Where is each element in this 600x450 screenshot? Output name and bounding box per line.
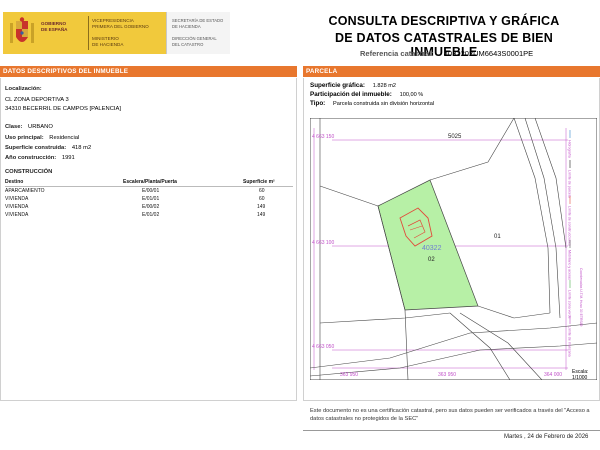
location-line-1: CL ZONA DEPORTIVA 3 — [5, 97, 69, 103]
footer-rule — [303, 430, 600, 431]
ref-value: 4032202UM6643S0001PE — [443, 49, 534, 58]
table-cell: 149 — [257, 204, 266, 210]
issue-date: Martes , 24 de Febrero de 2026 — [504, 434, 589, 440]
table-header-escalera: Escalera/Planta/Puerta — [123, 179, 177, 185]
graphic-area-value: 1.828 m2 — [372, 83, 397, 89]
disclaimer-note: Este documento no es una certificación c… — [310, 408, 590, 422]
coord-label-bottom-1: 363 950 — [340, 372, 358, 378]
coord-label-bottom-2: 363 950 — [438, 372, 456, 378]
vice-line-4: DE HACIENDA — [92, 42, 124, 47]
year-label: Año construcción: — [5, 155, 57, 161]
legend-parcel-limit: Límite de parcela — [568, 170, 572, 198]
legend-hydrography: Hidrografía — [568, 140, 572, 158]
participation-row: Participación del inmueble: 100,00 % — [310, 91, 423, 98]
coat-of-arms-icon — [3, 12, 41, 54]
gov-line-2: DE ESPAÑA — [41, 27, 68, 32]
parcel-label-5025: 5025 — [448, 134, 462, 140]
table-cell: VIVIENDA — [5, 212, 29, 218]
parcel-label-01: 01 — [494, 234, 501, 240]
cadastral-map: 4 663 150 4 663 100 4 663 050 363 950 36… — [310, 118, 597, 380]
table-cell: APARCAMIENTO — [5, 188, 45, 194]
location-line-2: 34310 BECERRIL DE CAMPOS [PALENCIA] — [5, 106, 121, 112]
coord-label-top-left: 4 663 150 — [312, 134, 334, 140]
gov-line-1: GOBIERNO — [41, 21, 67, 26]
table-cell: E/00/01 — [142, 188, 160, 194]
divider — [88, 16, 89, 50]
vice-line-2: PRIMERA DEL GOBIERNO — [92, 24, 149, 29]
table-cell: VIVIENDA — [5, 204, 29, 210]
section-bar-descriptive: DATOS DESCRIPTIVOS DEL INMUEBLE — [0, 66, 297, 77]
class-row: Clase: URBANO — [5, 124, 53, 130]
cadastral-reference: Referencia catastral: 4032202UM6643S0001… — [360, 49, 533, 58]
table-header-rule — [5, 186, 293, 187]
graphic-area-label: Superficie gráfica: — [310, 82, 365, 89]
type-label: Tipo: — [310, 100, 326, 107]
secretariat-block: SECRETARÍA DE ESTADO DE HACIENDA DIRECCI… — [166, 12, 230, 54]
table-cell: VIVIENDA — [5, 196, 29, 202]
document-header: GOBIERNO DE ESPAÑA VICEPRESIDENCIA PRIME… — [0, 0, 600, 62]
legend-building-limit: Límite de construcciones — [568, 206, 572, 246]
government-name: GOBIERNO DE ESPAÑA — [41, 12, 85, 54]
parcel-label-number: 40322 — [422, 245, 442, 252]
ministry-name: VICEPRESIDENCIA PRIMERA DEL GOBIERNO MIN… — [92, 12, 158, 54]
legend-green-zone: Límite zona verde — [568, 290, 572, 319]
section-bar-parcel: PARCELA — [303, 66, 600, 77]
table-cell: 149 — [257, 212, 266, 218]
table-header-destino: Destino — [5, 179, 24, 185]
sec-line-1: SECRETARÍA DE ESTADO — [172, 18, 224, 23]
use-label: Uso principal: — [5, 135, 44, 141]
year-value: 1991 — [61, 155, 75, 161]
table-cell: E/00/02 — [142, 204, 160, 210]
table-cell: E/01/01 — [142, 196, 160, 202]
built-area-value: 418 m2 — [71, 145, 92, 151]
participation-value: 100,00 % — [399, 92, 424, 98]
coord-label-mid-left: 4 663 100 — [312, 240, 334, 246]
use-row: Uso principal: Residencial — [5, 135, 79, 141]
ref-label: Referencia catastral: — [360, 49, 434, 58]
construction-title: CONSTRUCCIÓN — [5, 169, 53, 175]
descriptive-data-panel: Localización: CL ZONA DEPORTIVA 3 34310 … — [0, 78, 297, 401]
legend-block-limit: Límite de manzana — [568, 326, 572, 357]
use-value: Residencial — [49, 135, 80, 141]
table-header-superficie: Superficie m² — [243, 179, 275, 185]
coord-label-bottom-3: 364 000 — [544, 372, 562, 378]
coord-label-bot-left: 4 663 050 — [312, 344, 334, 350]
type-value: Parcela construida sin división horizont… — [333, 101, 435, 107]
sec-line-4: DEL CATASTRO — [172, 41, 204, 47]
map-scale: Escala: 1/1000 — [572, 369, 588, 381]
year-row: Año construcción: 1991 — [5, 155, 75, 161]
class-label: Clase: — [5, 124, 23, 130]
graphic-area-row: Superficie gráfica: 1.828 m2 — [310, 82, 396, 89]
document-title-line-1: CONSULTA DESCRIPTIVA Y GRÁFICA — [328, 14, 560, 28]
type-row: Tipo: Parcela construida sin división ho… — [310, 100, 434, 107]
table-cell: 60 — [259, 188, 265, 194]
built-area-row: Superficie construida: 418 m2 — [5, 145, 91, 151]
table-cell: 60 — [259, 196, 265, 202]
scale-value: 1/1000 — [572, 375, 588, 381]
legend-furniture: Mobiliario y aceras — [568, 250, 572, 280]
class-value: URBANO — [28, 124, 53, 130]
parcel-label-02: 02 — [428, 257, 435, 263]
coordinate-system-note: Coordenadas U.T.M. Huso 30 ETRS89 — [579, 268, 583, 327]
coord-system-text: Coordenadas U.T.M. Huso 30 ETRS89 — [579, 268, 583, 327]
built-area-label: Superficie construida: — [5, 145, 67, 151]
location-label: Localización: — [5, 86, 42, 92]
table-cell: E/01/02 — [142, 212, 160, 218]
participation-label: Participación del inmueble: — [310, 91, 392, 98]
